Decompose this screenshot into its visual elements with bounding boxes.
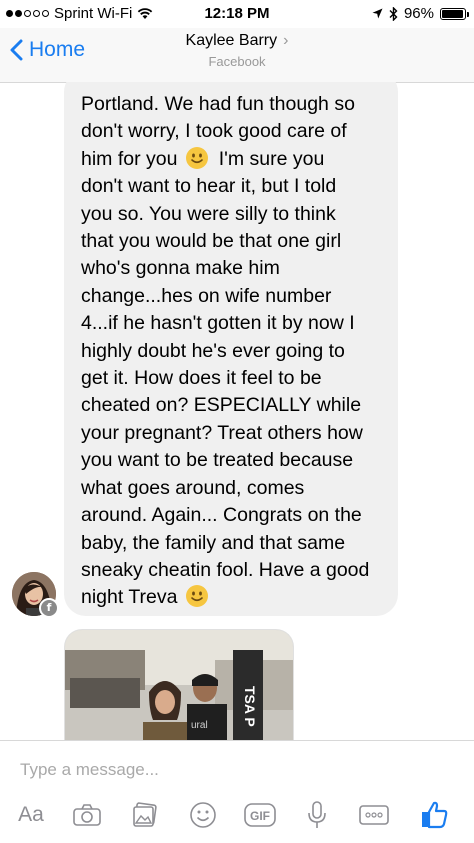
contact-name[interactable]: Kaylee Barry [186, 32, 278, 49]
contact-source: Facebook [208, 54, 266, 69]
location-icon [372, 8, 383, 19]
message-line: you want to be treated because [81, 449, 354, 472]
status-bar: Sprint Wi-Fi 12:18 PM 96% [0, 0, 474, 28]
more-options-button[interactable] [356, 797, 392, 833]
message-line: who's gonna make him [81, 257, 280, 280]
text-format-button[interactable]: Aa [12, 797, 50, 833]
gif-button[interactable]: GIF [242, 797, 278, 833]
composer-toolbar: Aa GIF [0, 797, 474, 837]
message-fragment: I'm sure you [218, 147, 325, 170]
message-line: change...hes on wife number [81, 284, 332, 307]
nav-bar: Home Kaylee Barry › Facebook [0, 28, 474, 83]
message-fragment: him for you [81, 147, 178, 170]
message-line: cheated on? ESPECIALLY while [81, 394, 362, 417]
microphone-icon [308, 801, 326, 828]
sticker-button[interactable] [186, 797, 220, 833]
more-icon [359, 805, 389, 825]
message-line-with-emoji: night Treva [81, 584, 401, 611]
status-right: 96% [372, 5, 469, 22]
photo-gallery-button[interactable] [128, 797, 162, 833]
gif-icon: GIF [244, 803, 276, 827]
composer: Aa GIF [0, 740, 474, 843]
message-line: what goes around, comes [81, 476, 305, 499]
photo-sign-text: TSA P [242, 686, 258, 727]
message-line: around. Again... Congrats on the [81, 504, 362, 527]
message-line-with-emoji: him for you I'm sure you [81, 146, 401, 173]
like-button[interactable] [416, 797, 452, 833]
voice-button[interactable] [302, 797, 332, 833]
thumbs-up-icon [422, 801, 448, 829]
message-line: that you would be that one girl [81, 230, 342, 253]
message-line: 4...if he hasn't gotten it by now I [81, 312, 355, 335]
image-gallery-icon [133, 802, 157, 827]
message-text: Portland. We had fun though so don't wor… [81, 91, 401, 612]
message-line: baby, the family and that same [81, 531, 346, 554]
conversation-thread[interactable]: Portland. We had fun though so don't wor… [0, 82, 474, 740]
message-line: don't want to hear it, but I told [81, 175, 337, 198]
photo-shirt-text: ural [191, 720, 208, 731]
battery-percent: 96% [403, 5, 434, 22]
message-input[interactable] [20, 757, 450, 783]
message-line: you so. You were silly to think [81, 202, 336, 225]
message-line: get it. How does it feel to be [81, 367, 322, 390]
gif-label: GIF [250, 809, 270, 823]
chevron-right-icon: › [283, 32, 289, 49]
message-line: your pregnant? Treat others how [81, 421, 363, 444]
message-fragment: night Treva [81, 586, 178, 609]
message-line: Portland. We had fun though so [81, 93, 355, 115]
shared-photo: TSA P ural [65, 630, 293, 740]
photo-message[interactable]: TSA P ural [64, 629, 294, 740]
battery-icon [440, 7, 469, 20]
text-format-label: Aa [18, 803, 44, 826]
smiley-emoji-icon [185, 146, 208, 169]
bluetooth-icon [389, 6, 398, 21]
contact-header[interactable]: Kaylee Barry › Facebook [0, 32, 474, 69]
smiley-icon [190, 802, 216, 828]
camera-icon [73, 804, 101, 826]
smiley-emoji-icon [185, 585, 208, 608]
camera-button[interactable] [70, 797, 104, 833]
message-line: don't worry, I took good care of [81, 120, 347, 143]
message-line: sneaky cheatin fool. Have a good [81, 558, 370, 581]
facebook-badge-icon: f [39, 598, 59, 618]
sender-avatar[interactable]: f [12, 572, 59, 618]
message-line: highly doubt he's ever going to [81, 339, 345, 362]
